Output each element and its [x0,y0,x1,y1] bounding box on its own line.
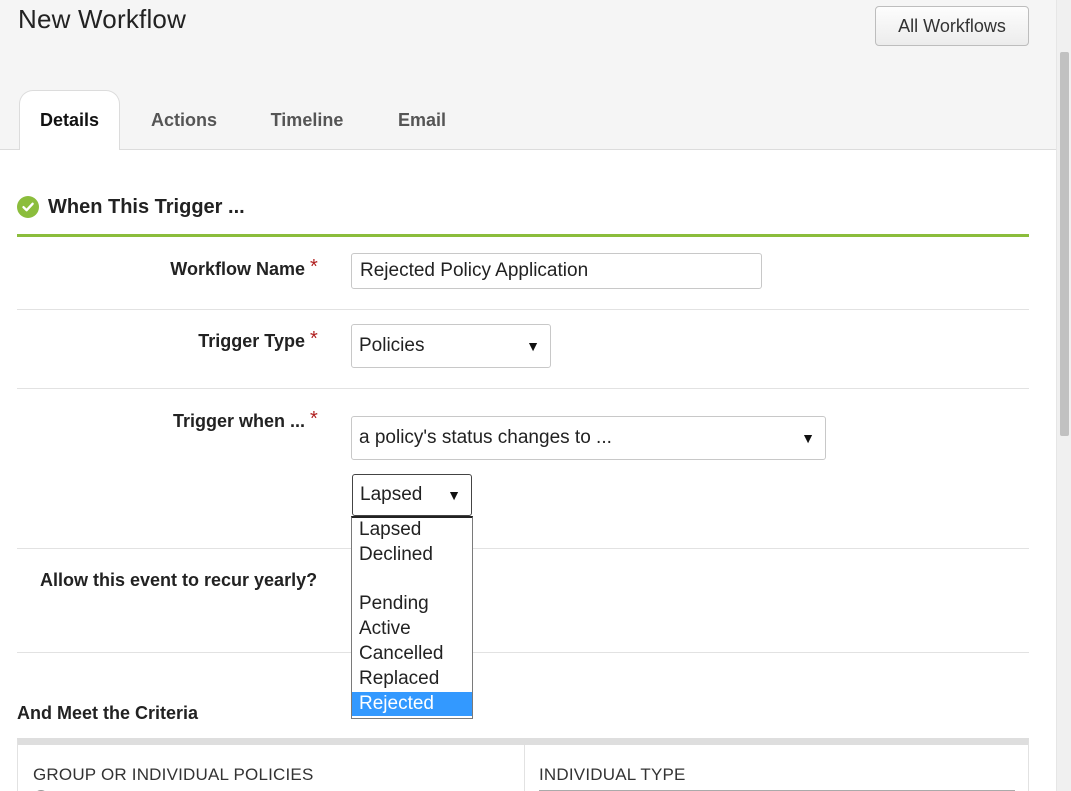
status-dropdown-list[interactable]: Lapsed Declined Pending Active Cancelled… [351,516,473,719]
dropdown-option-active[interactable]: Active [352,617,472,642]
dropdown-option-blank[interactable] [352,568,472,593]
criteria-table: GROUP OR INDIVIDUAL POLICIES INDIVIDUAL … [17,738,1029,791]
required-marker: * [310,328,318,350]
trigger-type-label-text: Trigger Type [198,331,305,351]
trigger-when-select[interactable]: a policy's status changes to ... ▼ [351,416,826,460]
page-header: New Workflow All Workflows Details Actio… [0,0,1056,150]
trigger-type-label: Trigger Type [198,331,305,352]
chevron-down-icon: ▼ [526,338,540,354]
trigger-when-value: a policy's status changes to ... [359,427,612,448]
dropdown-option-replaced[interactable]: Replaced [352,667,472,692]
section-title: When This Trigger ... [48,195,245,218]
scrollbar-thumb[interactable] [1060,52,1069,436]
dropdown-option-pending[interactable]: Pending [352,592,472,617]
row-divider [17,548,1029,549]
row-divider [17,388,1029,389]
dropdown-option-cancelled[interactable]: Cancelled [352,642,472,667]
required-marker: * [310,256,318,278]
row-divider [17,309,1029,310]
row-divider [17,652,1029,653]
all-workflows-button[interactable]: All Workflows [875,6,1029,46]
section-header: When This Trigger ... [17,190,245,224]
trigger-type-value: Policies [359,335,425,356]
page-title: New Workflow [18,4,187,34]
column-divider [524,745,525,791]
dropdown-option-declined[interactable]: Declined [352,543,472,568]
section-divider [17,234,1029,237]
trigger-when-label: Trigger when ... [173,411,305,432]
status-select[interactable]: Lapsed ▼ [352,474,472,516]
tab-details[interactable]: Details [19,90,120,150]
check-circle-icon [17,196,39,218]
tab-timeline[interactable]: Timeline [256,90,358,150]
required-marker: * [310,408,318,430]
workflow-name-label: Workflow Name [170,259,305,280]
workflow-name-input[interactable] [351,253,762,289]
tab-email[interactable]: Email [384,90,460,150]
dropdown-option-lapsed[interactable]: Lapsed [352,518,472,543]
chevron-down-icon: ▼ [801,430,815,446]
recur-yearly-label: Allow this event to recur yearly? [40,570,318,590]
chevron-down-icon: ▼ [447,487,461,503]
tab-actions[interactable]: Actions [138,90,230,150]
status-value: Lapsed [360,484,423,505]
criteria-column-header: GROUP OR INDIVIDUAL POLICIES [33,765,314,784]
trigger-when-label-text: Trigger when ... [172,411,305,431]
dropdown-option-rejected[interactable]: Rejected [352,691,472,717]
trigger-type-select[interactable]: Policies ▼ [351,324,551,368]
criteria-column-header: INDIVIDUAL TYPE [539,765,686,784]
vertical-scrollbar[interactable] [1056,0,1071,791]
criteria-title: And Meet the Criteria [17,703,199,723]
workflow-name-label-text: Workflow Name [170,259,305,279]
